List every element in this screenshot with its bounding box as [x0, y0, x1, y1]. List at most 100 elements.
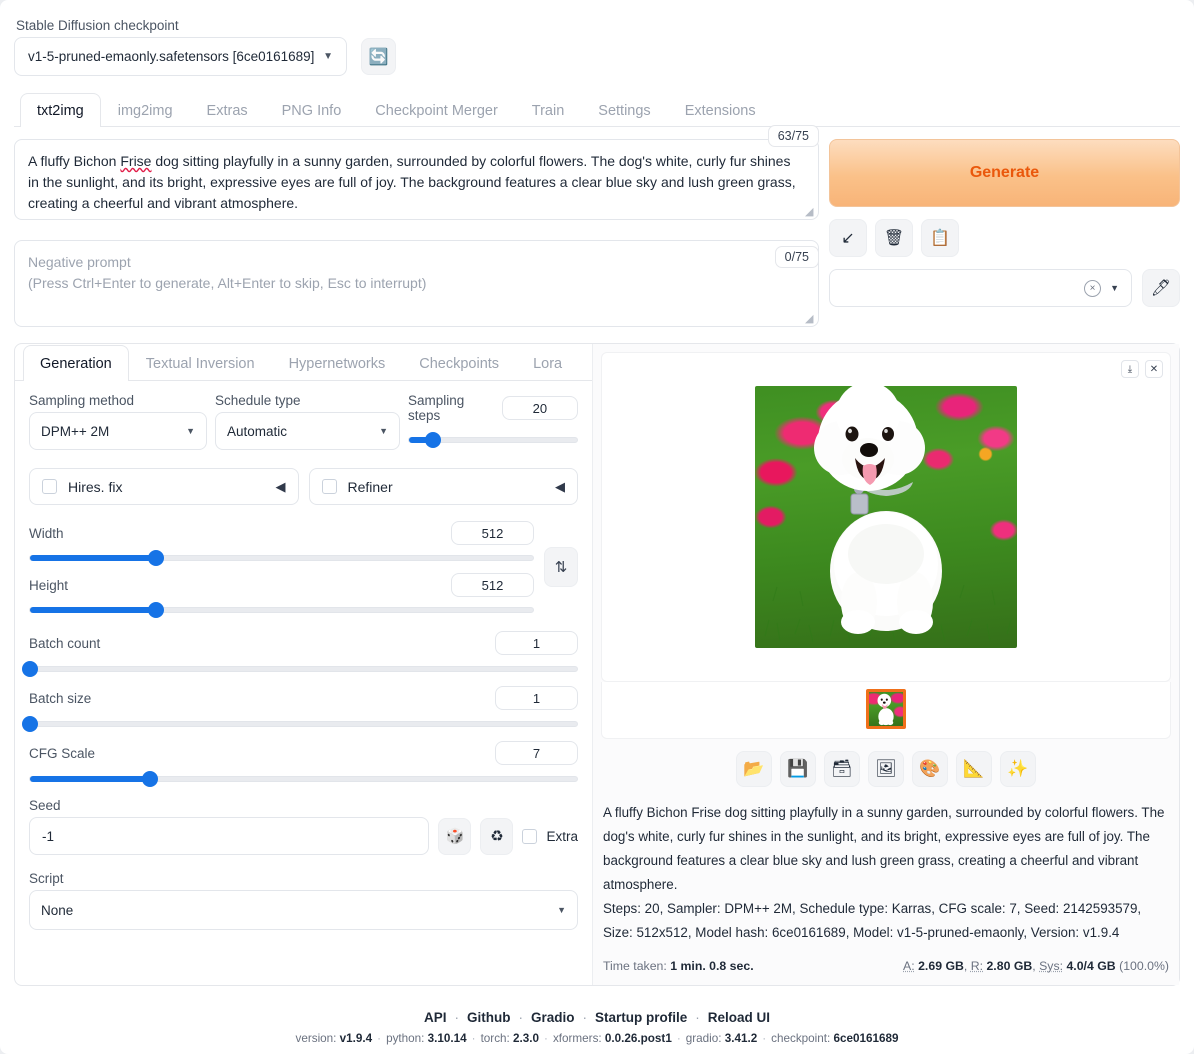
footer-link-github[interactable]: Github [467, 1010, 511, 1025]
swap-dimensions-button[interactable]: ⇅ [544, 547, 578, 587]
time-taken: Time taken: 1 min. 0.8 sec. [603, 959, 754, 973]
result-thumbnail[interactable] [866, 689, 906, 729]
generate-button[interactable]: Generate [829, 139, 1180, 207]
height-label: Height [29, 577, 69, 593]
send-to-img2img-button[interactable]: 🖼 [868, 751, 904, 787]
batch-count-slider[interactable] [22, 661, 578, 677]
height-value[interactable]: 512 [451, 573, 534, 597]
footer-version-separator: · [377, 1032, 382, 1045]
footer-version-separator: · [544, 1032, 548, 1045]
swap-arrows-icon: ⇅ [554, 559, 568, 576]
hires-fix-toggle[interactable]: Hires. fix ◀ [29, 468, 299, 505]
batch-size-slider[interactable] [22, 716, 578, 732]
tab-checkpoint-merger[interactable]: Checkpoint Merger [358, 93, 515, 127]
batch-count-value[interactable]: 1 [495, 631, 578, 655]
refresh-checkpoint-button[interactable]: 🔄 [361, 38, 396, 75]
extra-seed-checkbox[interactable] [522, 828, 538, 844]
refiner-checkbox[interactable] [321, 479, 337, 494]
save-zip-button[interactable]: 🗃 [824, 751, 860, 787]
recycle-icon: ♻ [490, 828, 504, 845]
reuse-seed-button[interactable]: ♻ [480, 817, 514, 855]
subtab-generation[interactable]: Generation [23, 345, 129, 381]
cfg-scale-label: CFG Scale [29, 745, 96, 761]
tab-img2img[interactable]: img2img [101, 93, 190, 127]
expand-arrow-icon[interactable]: ◀ [555, 479, 565, 495]
sampling-steps-value[interactable]: 20 [501, 396, 578, 420]
download-image-button[interactable]: ⤓ [1121, 360, 1139, 378]
sampling-method-dropdown[interactable]: DPM++ 2M ▼ [29, 412, 207, 450]
tab-extensions[interactable]: Extensions [668, 93, 773, 127]
subtab-label: Generation [40, 356, 112, 372]
mem-r-label: R: [970, 959, 984, 973]
styles-dropdown[interactable]: × ▼ [829, 269, 1132, 307]
subtab-lora[interactable]: Lora [516, 345, 579, 381]
hires-refiner-row: Hires. fix ◀ Refiner ◀ [29, 468, 578, 505]
refiner-toggle[interactable]: Refiner ◀ [308, 468, 578, 505]
subtab-label: Hypernetworks [288, 356, 386, 372]
tab-label: Extensions [684, 103, 756, 119]
width-slider[interactable] [29, 550, 534, 566]
tab-label: Train [531, 103, 565, 119]
result-statusline: Time taken: 1 min. 0.8 sec. A: 2.69 GB, … [603, 959, 1169, 973]
sampling-steps-slider[interactable] [408, 432, 578, 448]
cfg-scale-slider[interactable] [29, 771, 578, 787]
negative-prompt-input[interactable]: Negative prompt (Press Ctrl+Enter to gen… [14, 240, 819, 327]
send-to-extras-button[interactable]: 📐 [956, 751, 992, 787]
edit-styles-button[interactable]: 🖊 [1142, 269, 1180, 307]
footer-version-separator: · [762, 1032, 767, 1045]
footer-separator: · [518, 1010, 523, 1025]
seed-group: Seed -1 🎲 ♻ Extra [29, 798, 578, 855]
resize-grip-icon[interactable]: ◢ [805, 314, 815, 325]
prompt-tool-row: ↙ 🗑 📋 [829, 219, 1180, 257]
resize-grip-icon[interactable]: ◢ [805, 207, 815, 218]
batch-size-value[interactable]: 1 [495, 686, 578, 710]
height-slider[interactable] [29, 602, 534, 618]
prompt-input[interactable]: A fluffy Bichon Frise dog sitting playfu… [14, 139, 819, 220]
footer-link-reload-ui[interactable]: Reload UI [708, 1010, 770, 1025]
random-seed-button[interactable]: 🎲 [438, 817, 472, 855]
schedule-type-dropdown[interactable]: Automatic ▼ [215, 412, 400, 450]
expand-arrow-icon[interactable]: ◀ [276, 479, 286, 495]
send-to-other-button[interactable]: ✨ [1000, 751, 1036, 787]
sampling-row: Sampling method DPM++ 2M ▼ Schedule type… [29, 393, 578, 450]
batch-count-group: Batch count 1 [22, 631, 578, 677]
clipboard-button[interactable]: 📋 [921, 219, 959, 257]
footer-versions: version: v1.9.4 · python: 3.10.14 · torch: 2… [0, 1032, 1194, 1045]
tab-txt2img[interactable]: txt2img [20, 93, 101, 127]
schedule-type-label: Schedule type [215, 393, 301, 408]
subtab-hypernetworks[interactable]: Hypernetworks [272, 345, 403, 381]
cfg-scale-value[interactable]: 7 [495, 741, 578, 765]
footer-link-gradio[interactable]: Gradio [531, 1010, 575, 1025]
subtab-textual-inversion[interactable]: Textual Inversion [129, 345, 272, 381]
sampling-method-group: Sampling method DPM++ 2M ▼ [29, 393, 207, 450]
footer-version-value: v1.9.4 [339, 1032, 373, 1045]
footer-link-startup-profile[interactable]: Startup profile [595, 1010, 687, 1025]
result-image-frame: ⤓ ✕ [601, 352, 1171, 682]
tab-train[interactable]: Train [515, 93, 582, 127]
checkpoint-dropdown[interactable]: v1-5-pruned-emaonly.safetensors [6ce0161… [14, 37, 347, 76]
open-folder-button[interactable]: 📂 [736, 751, 772, 787]
tab-label: PNG Info [281, 103, 342, 119]
tab-extras[interactable]: Extras [190, 93, 265, 127]
seed-input[interactable]: -1 [29, 817, 430, 855]
width-value[interactable]: 512 [451, 521, 534, 545]
close-image-button[interactable]: ✕ [1145, 360, 1163, 378]
negative-prompt-token-counter: 0/75 [774, 246, 819, 268]
save-button[interactable]: 💾 [780, 751, 816, 787]
send-to-inpaint-button[interactable]: 🎨 [912, 751, 948, 787]
footer-version-label: version: [295, 1032, 340, 1045]
footer-link-api[interactable]: API [424, 1010, 447, 1025]
arrow-down-left-button[interactable]: ↙ [829, 219, 867, 257]
send-to-inpaint-icon: 🎨 [919, 759, 941, 778]
footer-python-label: python: [386, 1032, 428, 1045]
tab-settings[interactable]: Settings [581, 93, 667, 127]
generated-image[interactable] [755, 386, 1017, 648]
script-dropdown[interactable]: None ▼ [29, 890, 578, 930]
hires-fix-checkbox[interactable] [42, 479, 57, 494]
batch-size-label: Batch size [29, 690, 92, 706]
subtab-checkpoints[interactable]: Checkpoints [402, 345, 516, 381]
clear-styles-icon[interactable]: × [1084, 279, 1102, 297]
tab-png-info[interactable]: PNG Info [265, 93, 359, 127]
mem-a-label: A: [903, 959, 915, 973]
trash-button[interactable]: 🗑 [875, 219, 913, 257]
